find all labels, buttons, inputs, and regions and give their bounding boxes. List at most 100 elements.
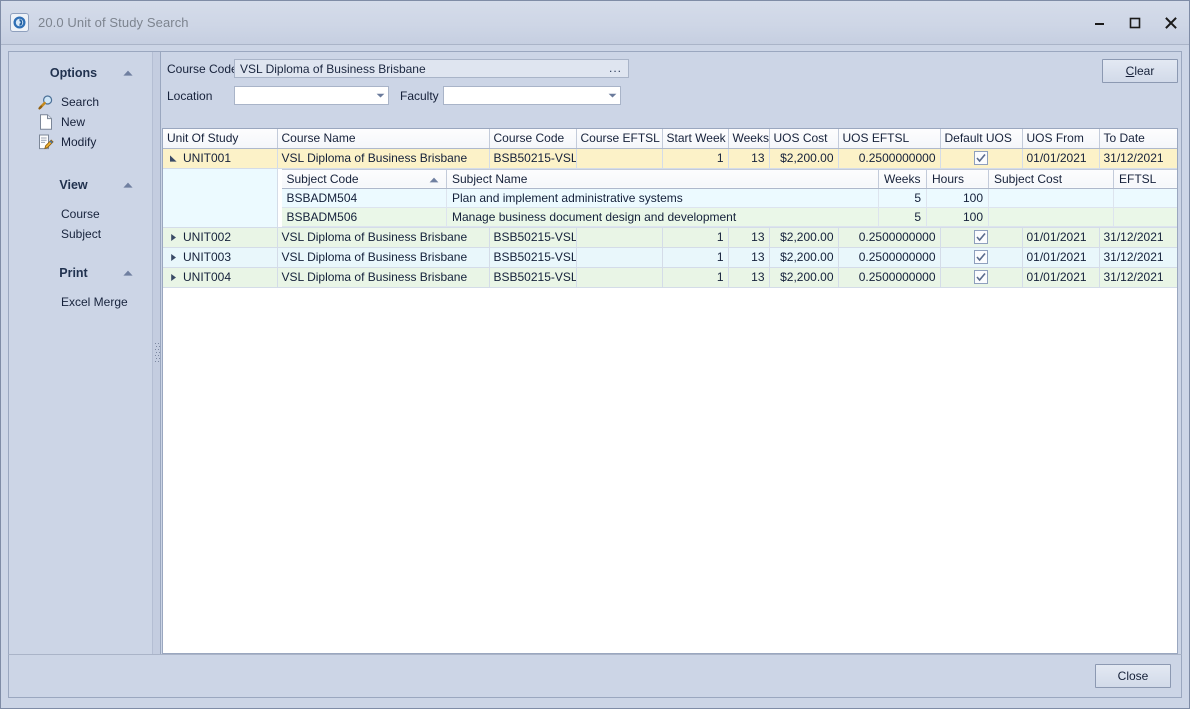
subcol-subject-code[interactable]: Subject Code (282, 169, 447, 188)
subcol-subject-code-label: Subject Code (287, 172, 359, 186)
sidebar-item-course[interactable]: Course (9, 204, 152, 224)
sidebar-item-excel-merge[interactable]: Excel Merge (9, 292, 152, 312)
sidebar-group-title-print: Print (9, 266, 122, 280)
sidebar-item-search[interactable]: Search (9, 92, 152, 112)
col-weeks[interactable]: Weeks (728, 129, 769, 148)
sidebar-group-title-options: Options (9, 66, 122, 80)
cell-uos-from: 01/01/2021 (1022, 227, 1099, 247)
close-window-button[interactable] (1153, 8, 1189, 38)
cell-unit-of-study[interactable]: UNIT003 (163, 247, 277, 267)
cell-course-eftsl (576, 247, 662, 267)
subcol-weeks[interactable]: Weeks (879, 169, 927, 188)
sidebar-group-title-view: View (9, 178, 122, 192)
chevron-down-icon[interactable] (605, 93, 620, 98)
subject-row[interactable]: BSBADM504 Plan and implement administrat… (282, 188, 1178, 207)
table-row[interactable]: UNIT002 VSL Diploma of Business Brisbane… (163, 227, 1178, 247)
cell-subject-name: Plan and implement administrative system… (447, 188, 879, 207)
cell-unit-of-study[interactable]: UNIT001 (163, 148, 277, 168)
sidebar-group-options-header[interactable]: Options (9, 66, 152, 80)
checkbox-checked-icon[interactable] (974, 250, 988, 264)
expand-triangle-icon[interactable] (167, 273, 179, 282)
col-default-uos[interactable]: Default UOS (940, 129, 1022, 148)
subject-table: Subject Code Subject Name Weeks (282, 169, 1179, 227)
col-course-code[interactable]: Course Code (489, 129, 576, 148)
col-uos-from[interactable]: UOS From (1022, 129, 1099, 148)
search-form: Course Code VSL Diploma of Business Bris… (162, 52, 1181, 128)
collapse-triangle-icon[interactable] (167, 154, 179, 163)
cell-uos-from: 01/01/2021 (1022, 247, 1099, 267)
results-grid[interactable]: Unit Of Study Course Name Course Code Co… (162, 128, 1178, 654)
location-select[interactable] (234, 86, 389, 105)
table-row[interactable]: UNIT001 VSL Diploma of Business Brisbane… (163, 148, 1178, 168)
col-course-eftsl[interactable]: Course EFTSL (576, 129, 662, 148)
chevron-up-icon[interactable] (122, 181, 134, 189)
col-uos-cost[interactable]: UOS Cost (769, 129, 838, 148)
sidebar-group-print-header[interactable]: Print (9, 266, 152, 280)
chevron-up-icon[interactable] (122, 269, 134, 277)
cell-unit-of-study[interactable]: UNIT004 (163, 267, 277, 287)
subgrid-indent (163, 168, 277, 227)
subcol-subject-cost[interactable]: Subject Cost (989, 169, 1114, 188)
cell-uos-eftsl: 0.2500000000 (838, 247, 940, 267)
cell-course-name: VSL Diploma of Business Brisbane (277, 227, 489, 247)
footer-bar: Close (8, 654, 1182, 698)
cell-uos-eftsl: 0.2500000000 (838, 227, 940, 247)
cell-course-code: BSB50215-VSL (489, 148, 576, 168)
cell-default-uos[interactable] (940, 227, 1022, 247)
subgrid-row: Subject Code Subject Name Weeks (163, 168, 1178, 227)
sidebar-group-view-header[interactable]: View (9, 178, 152, 192)
sidebar-item-modify[interactable]: Modify (9, 132, 152, 152)
col-course-name[interactable]: Course Name (277, 129, 489, 148)
cell-unit-of-study[interactable]: UNIT002 (163, 227, 277, 247)
checkbox-checked-icon[interactable] (974, 270, 988, 284)
cell-default-uos[interactable] (940, 267, 1022, 287)
main-area: Course Code VSL Diploma of Business Bris… (152, 52, 1181, 654)
subgrid-header-row: Subject Code Subject Name Weeks (282, 169, 1178, 188)
course-code-input[interactable]: VSL Diploma of Business Brisbane ... (234, 59, 629, 78)
subject-subgrid-container[interactable]: Subject Code Subject Name Weeks (277, 168, 1178, 227)
expand-triangle-icon[interactable] (167, 233, 179, 242)
cell-course-name: VSL Diploma of Business Brisbane (277, 267, 489, 287)
cell-course-code: BSB50215-VSL (489, 247, 576, 267)
clear-button[interactable]: Clear (1102, 59, 1178, 83)
course-code-browse-button[interactable]: ... (609, 61, 622, 76)
checkbox-checked-icon[interactable] (974, 151, 988, 165)
table-row[interactable]: UNIT004 VSL Diploma of Business Brisbane… (163, 267, 1178, 287)
cell-uos-eftsl: 0.2500000000 (838, 267, 940, 287)
table-row[interactable]: UNIT003 VSL Diploma of Business Brisbane… (163, 247, 1178, 267)
cell-course-name: VSL Diploma of Business Brisbane (277, 148, 489, 168)
chevron-up-icon[interactable] (122, 69, 134, 77)
sidebar-item-subject[interactable]: Subject (9, 224, 152, 244)
cell-start-week: 1 (662, 227, 728, 247)
cell-start-week: 1 (662, 247, 728, 267)
cell-subject-weeks: 5 (879, 188, 927, 207)
course-code-value: VSL Diploma of Business Brisbane (240, 62, 426, 76)
cell-default-uos[interactable] (940, 247, 1022, 267)
col-unit-of-study[interactable]: Unit Of Study (163, 129, 277, 148)
cell-course-code: BSB50215-VSL (489, 267, 576, 287)
cell-uos-cost: $2,200.00 (769, 247, 838, 267)
subcol-subject-name[interactable]: Subject Name (447, 169, 879, 188)
col-start-week[interactable]: Start Week (662, 129, 728, 148)
minimize-button[interactable] (1081, 8, 1117, 38)
col-uos-eftsl[interactable]: UOS EFTSL (838, 129, 940, 148)
cell-default-uos[interactable] (940, 148, 1022, 168)
chevron-down-icon[interactable] (373, 93, 388, 98)
faculty-select[interactable] (443, 86, 621, 105)
sidebar-item-new[interactable]: New (9, 112, 152, 132)
maximize-button[interactable] (1117, 8, 1153, 38)
subject-row[interactable]: BSBADM506 Manage business document desig… (282, 207, 1178, 226)
close-button[interactable]: Close (1095, 664, 1171, 688)
sidebar-item-label-course: Course (61, 207, 100, 221)
cell-start-week: 1 (662, 148, 728, 168)
cell-uos-cost: $2,200.00 (769, 148, 838, 168)
checkbox-checked-icon[interactable] (974, 230, 988, 244)
cell-subject-weeks: 5 (879, 207, 927, 226)
cell-uos-eftsl: 0.2500000000 (838, 148, 940, 168)
cell-subject-code: BSBADM506 (282, 207, 447, 226)
expand-triangle-icon[interactable] (167, 253, 179, 262)
subcol-eftsl[interactable]: EFTSL (1114, 169, 1178, 188)
cell-to-date: 31/12/2021 (1099, 247, 1178, 267)
subcol-hours[interactable]: Hours (927, 169, 989, 188)
col-to-date[interactable]: To Date (1099, 129, 1178, 148)
